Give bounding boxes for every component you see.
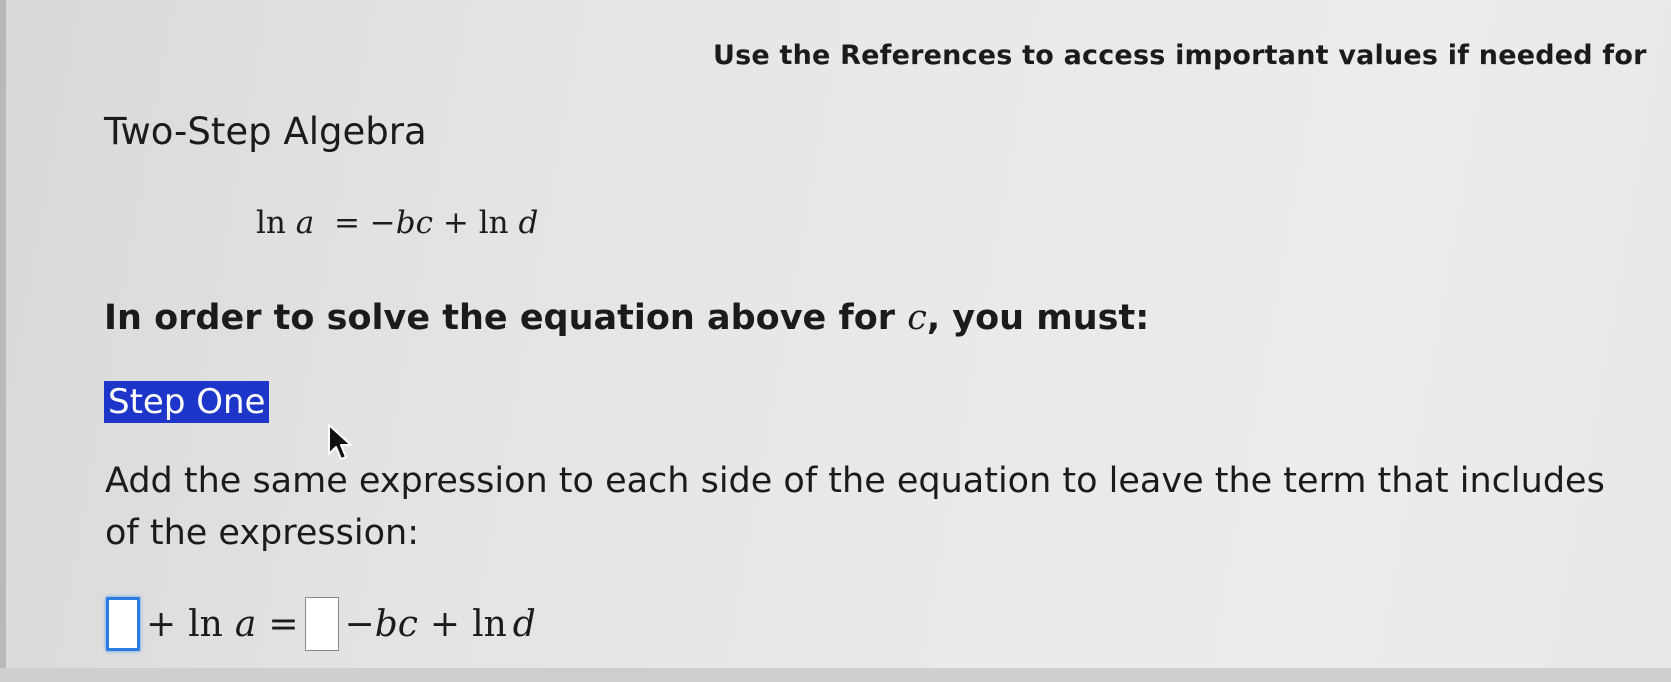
answer-input-left[interactable]	[106, 597, 140, 651]
step-instruction: Add the same expression to each side of …	[105, 461, 1605, 553]
equals-sign: =	[333, 205, 360, 241]
step-label: Step One	[104, 381, 270, 423]
variable-c: c	[415, 205, 434, 241]
references-note: Use the References to access important v…	[713, 40, 1647, 71]
variable-d: d	[518, 205, 539, 241]
equals-sign: =	[268, 603, 299, 645]
variable-c: c	[397, 603, 418, 645]
variable-b: b	[374, 603, 398, 645]
bottom-band	[0, 668, 1671, 682]
minus-sign: −	[344, 603, 375, 645]
question-text: In order to solve the equation above for…	[104, 298, 1150, 338]
screen-edge	[0, 0, 6, 682]
given-equation: ln a = −bc + ln d	[256, 205, 538, 241]
ln-operator: ln	[478, 205, 509, 241]
plus-sign: +	[146, 603, 177, 645]
answer-input-right[interactable]	[304, 597, 339, 651]
ln-operator: ln	[472, 603, 507, 645]
minus-sign: −	[369, 205, 396, 241]
variable-b: b	[395, 205, 416, 241]
answer-equation: + ln a = − b c + ln d	[106, 594, 542, 654]
question-variable: c	[907, 298, 927, 338]
plus-sign: +	[429, 603, 461, 645]
plus-sign: +	[442, 205, 469, 241]
ln-operator: ln	[188, 603, 223, 645]
mouse-pointer-icon	[328, 424, 352, 460]
variable-a: a	[295, 205, 315, 241]
variable-a: a	[234, 603, 257, 645]
ln-operator: ln	[256, 205, 286, 241]
variable-d: d	[512, 603, 536, 645]
page-title: Two-Step Algebra	[104, 110, 427, 153]
